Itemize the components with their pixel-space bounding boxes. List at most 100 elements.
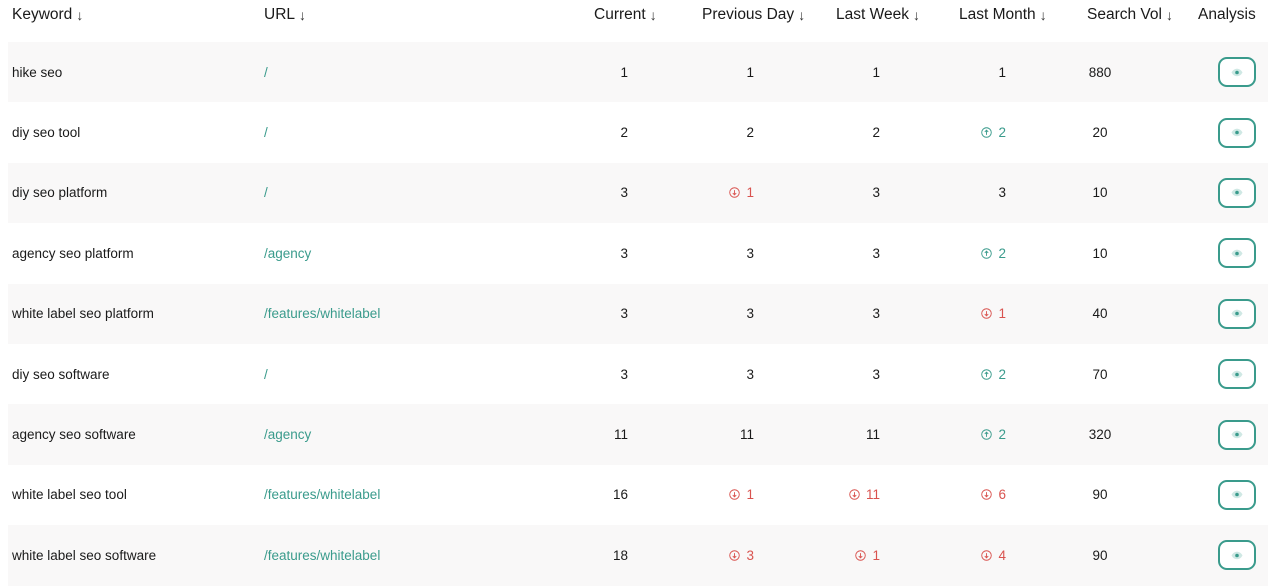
search-volume: 90: [1092, 487, 1108, 503]
url-link[interactable]: /: [264, 163, 268, 223]
eye-icon: [1231, 68, 1243, 77]
analysis-button[interactable]: [1218, 419, 1256, 450]
last-week-rank: 1: [872, 64, 880, 80]
rank-down-icon: [855, 550, 867, 561]
keyword-cell: diy seo tool: [12, 125, 81, 141]
search-volume: 320: [1088, 427, 1112, 443]
eye-icon: [1231, 188, 1243, 197]
eye-icon: [1231, 370, 1243, 379]
rank-down-icon: [849, 489, 860, 501]
analysis-button[interactable]: [1218, 298, 1256, 329]
table-header: Keyword ↓ URL ↓ Current ↓ Previous Day ↓ Las…: [0, 0, 1280, 42]
header-keyword[interactable]: Keyword ↓: [12, 6, 83, 24]
url-link[interactable]: /: [264, 42, 268, 102]
header-last-week[interactable]: Last Week ↓: [836, 6, 920, 24]
rank-down-icon: [981, 550, 993, 561]
last-week-rank: 2: [872, 125, 880, 141]
arrow-down-icon: ↓: [649, 7, 657, 23]
keyword-cell: diy seo software: [12, 366, 110, 382]
rank-up-icon: [981, 429, 993, 440]
table-row: white label seo tool/features/whitelabel…: [8, 465, 1268, 525]
current-rank: 3: [620, 245, 628, 261]
keyword-rankings-table: Keyword ↓ URL ↓ Current ↓ Previous Day ↓ Las…: [0, 0, 1280, 586]
keyword-cell: agency seo platform: [12, 245, 134, 261]
keyword-cell: hike seo: [12, 64, 63, 80]
analysis-button[interactable]: [1218, 479, 1256, 510]
last-week-rank: 3: [872, 185, 880, 201]
previous-day-rank: 3: [746, 366, 754, 382]
keyword-cell: agency seo software: [12, 427, 136, 443]
last-month-rank: 4: [926, 525, 1006, 585]
previous-day-rank: 11: [739, 427, 754, 443]
eye-icon: [1231, 249, 1243, 258]
keyword-cell: diy seo platform: [12, 185, 108, 201]
analysis-button[interactable]: [1218, 540, 1256, 571]
analysis-button[interactable]: [1218, 177, 1256, 208]
analysis-button[interactable]: [1218, 238, 1256, 269]
eye-icon: [1231, 490, 1243, 499]
eye-icon: [1231, 551, 1243, 560]
search-volume: 40: [1092, 306, 1108, 322]
keyword-cell: white label seo platform: [12, 306, 154, 322]
header-url[interactable]: URL ↓: [264, 6, 306, 24]
current-rank: 11: [613, 427, 628, 443]
last-month-rank: 2: [926, 344, 1006, 404]
header-search-vol[interactable]: Search Vol ↓: [1087, 6, 1173, 24]
table-row: diy seo tool / 2 2 2 2 20: [8, 102, 1268, 162]
table-row: white label seo software/features/whitel…: [8, 525, 1268, 586]
previous-day-rank: 1: [674, 465, 754, 525]
analysis-button[interactable]: [1218, 359, 1256, 390]
url-link[interactable]: /features/whitelabel: [264, 525, 380, 585]
rank-up-icon: [981, 127, 993, 138]
last-month-rank: 1: [998, 64, 1006, 80]
previous-day-rank: 3: [674, 525, 754, 585]
header-last-month[interactable]: Last Month ↓: [959, 6, 1047, 24]
url-link[interactable]: /features/whitelabel: [264, 465, 380, 525]
table-row: diy seo platform / 3 1 3 3 10: [8, 162, 1268, 224]
table-row: white label seo platform/features/whitel…: [8, 283, 1268, 344]
analysis-button[interactable]: [1218, 117, 1256, 148]
arrow-down-icon: ↓: [798, 7, 806, 23]
current-rank: 3: [620, 366, 628, 382]
table-body: hike seo/1 1 1 1 880 diy seo tool/2 2 2 2 20 diy s…: [0, 42, 1280, 586]
header-analysis: Analysis: [1198, 6, 1256, 23]
rank-down-icon: [729, 550, 741, 561]
header-current[interactable]: Current ↓: [594, 6, 657, 24]
eye-icon: [1231, 309, 1243, 318]
previous-day-rank: 3: [746, 245, 754, 261]
last-month-rank: 6: [926, 465, 1006, 525]
rank-down-icon: [981, 308, 993, 319]
table-row: diy seo software / 3 3 3 2 70: [8, 344, 1268, 404]
previous-day-rank: 2: [746, 125, 754, 141]
search-volume: 90: [1092, 547, 1108, 563]
analysis-button[interactable]: [1218, 57, 1256, 88]
rank-up-icon: [981, 368, 993, 380]
url-link[interactable]: /agency: [264, 223, 311, 283]
previous-day-rank: 1: [746, 64, 754, 80]
last-week-rank: 3: [872, 306, 880, 322]
url-link[interactable]: /agency: [264, 404, 311, 464]
arrow-down-icon: ↓: [76, 7, 84, 23]
current-rank: 16: [612, 487, 628, 503]
last-month-rank: 1: [926, 284, 1006, 344]
last-week-rank: 3: [872, 245, 880, 261]
url-link[interactable]: /: [264, 344, 268, 404]
last-month-rank: 2: [926, 102, 1006, 162]
eye-icon: [1231, 430, 1243, 439]
url-link[interactable]: /features/whitelabel: [264, 284, 380, 344]
current-rank: 3: [620, 306, 628, 322]
arrow-down-icon: ↓: [299, 7, 307, 23]
table-row: agency seo platform/agency 3 3 3 2 10: [8, 223, 1268, 283]
current-rank: 18: [612, 547, 628, 563]
header-previous-day[interactable]: Previous Day ↓: [702, 6, 805, 24]
last-month-rank: 2: [926, 404, 1006, 464]
current-rank: 3: [620, 185, 628, 201]
rank-up-icon: [981, 248, 993, 259]
table-row: hike seo / 1 1 1 1 880: [8, 42, 1268, 103]
last-week-rank: 11: [800, 465, 880, 525]
arrow-down-icon: ↓: [912, 7, 920, 23]
keyword-cell: white label seo tool: [12, 487, 127, 503]
url-link[interactable]: /: [264, 102, 268, 162]
last-month-rank: 3: [998, 185, 1006, 201]
last-week-rank: 3: [872, 366, 880, 382]
